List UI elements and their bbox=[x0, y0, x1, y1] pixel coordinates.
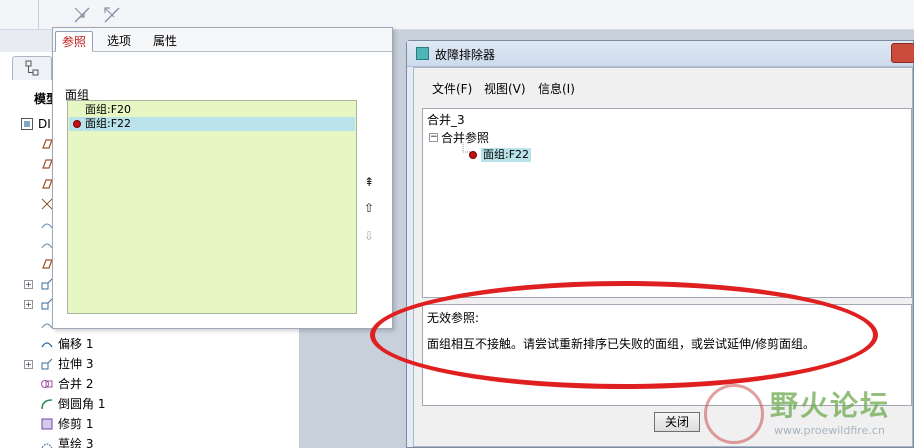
list-item[interactable]: 面组:F20 bbox=[69, 103, 355, 117]
tree-node-root[interactable]: 合并_3 bbox=[427, 111, 465, 128]
move-down-button[interactable]: ⇩ bbox=[361, 228, 377, 244]
extrude-icon bbox=[41, 358, 53, 370]
tab-options[interactable]: 选项 bbox=[101, 31, 137, 52]
quilt-list[interactable]: 面组:F20 面组:F22 bbox=[67, 100, 357, 314]
tree-icon bbox=[25, 60, 39, 76]
watermark-text: 野火论坛 bbox=[770, 389, 891, 422]
tree-item-label: 拉伸 3 bbox=[58, 357, 94, 371]
round-icon bbox=[41, 399, 53, 410]
dialog-title: 故障排除器 bbox=[435, 48, 496, 62]
tree-item[interactable]: 草绘 3 bbox=[0, 434, 300, 448]
feature-tree[interactable]: 合并_3 − 合并参照 面组:F22 bbox=[422, 108, 912, 298]
move-to-top-button[interactable]: ⇞ bbox=[361, 174, 377, 190]
model-tree-tab[interactable] bbox=[12, 56, 52, 80]
scale-y-icon[interactable] bbox=[102, 5, 122, 25]
offset-icon bbox=[41, 342, 53, 348]
tree-item[interactable]: 合并 2 bbox=[0, 374, 300, 394]
tab-references[interactable]: 参照 bbox=[55, 31, 94, 52]
window-close-button[interactable] bbox=[891, 43, 914, 63]
menu-view[interactable]: 视图(V) bbox=[484, 80, 526, 97]
menu-info[interactable]: 信息(I) bbox=[538, 80, 575, 97]
references-panel: 参照 选项 属性 面组 面组:F20 面组:F22 ⇞ ⇧ ⇩ bbox=[52, 27, 393, 329]
watermark-url: www.proewildfire.cn bbox=[774, 424, 885, 437]
tree-item[interactable]: 修剪 1 bbox=[0, 414, 300, 434]
watermark-logo-icon bbox=[704, 384, 764, 444]
sketch-icon bbox=[41, 443, 53, 448]
tree-item-label: 草绘 3 bbox=[58, 437, 94, 448]
merge-icon bbox=[41, 380, 53, 388]
ref-tab-bar: 参照 选项 属性 bbox=[53, 28, 392, 52]
tree-item[interactable]: + 拉伸 3 bbox=[0, 354, 300, 374]
tree-connector bbox=[462, 142, 471, 153]
list-item-label: 面组:F22 bbox=[85, 117, 132, 130]
expand-icon[interactable]: + bbox=[24, 360, 33, 369]
trim-icon bbox=[41, 418, 53, 430]
error-dot-icon bbox=[469, 151, 477, 159]
app-icon bbox=[416, 47, 429, 60]
tree-item-label: 倒圆角 1 bbox=[58, 397, 106, 411]
toolbar-divider bbox=[38, 0, 39, 30]
tree-node-quilt[interactable]: 面组:F22 bbox=[481, 148, 532, 162]
dialog-titlebar[interactable]: 故障排除器 bbox=[407, 41, 913, 67]
tree-item-label: 修剪 1 bbox=[58, 417, 94, 431]
menu-bar: 文件(F) 视图(V) 信息(I) bbox=[414, 68, 912, 104]
collapse-icon[interactable]: − bbox=[429, 133, 438, 142]
tree-item-label: 合并 2 bbox=[58, 377, 94, 391]
tab-properties[interactable]: 属性 bbox=[147, 31, 183, 52]
part-icon bbox=[21, 118, 33, 130]
scale-x-icon[interactable] bbox=[72, 5, 92, 25]
list-item-selected[interactable]: 面组:F22 bbox=[69, 117, 355, 131]
error-dot-icon bbox=[73, 120, 81, 128]
top-toolbar bbox=[0, 0, 914, 30]
expand-icon[interactable]: + bbox=[24, 300, 33, 309]
menu-file[interactable]: 文件(F) bbox=[432, 80, 472, 97]
watermark: 野火论坛 www.proewildfire.cn bbox=[704, 380, 914, 448]
expand-icon[interactable]: + bbox=[24, 280, 33, 289]
tree-item-label: DI bbox=[38, 117, 51, 131]
tree-item[interactable]: 倒圆角 1 bbox=[0, 394, 300, 414]
info-header: 无效参照: bbox=[427, 311, 480, 325]
info-message: 面组相互不接触。请尝试重新排序已失败的面组，或尝试延伸/修剪面组。 bbox=[427, 337, 816, 351]
close-button[interactable]: 关闭 bbox=[654, 412, 700, 432]
tree-item-label: 偏移 1 bbox=[58, 337, 94, 351]
tree-item[interactable]: 偏移 1 bbox=[0, 334, 300, 354]
move-up-button[interactable]: ⇧ bbox=[361, 200, 377, 216]
list-item-label: 面组:F20 bbox=[85, 103, 132, 116]
